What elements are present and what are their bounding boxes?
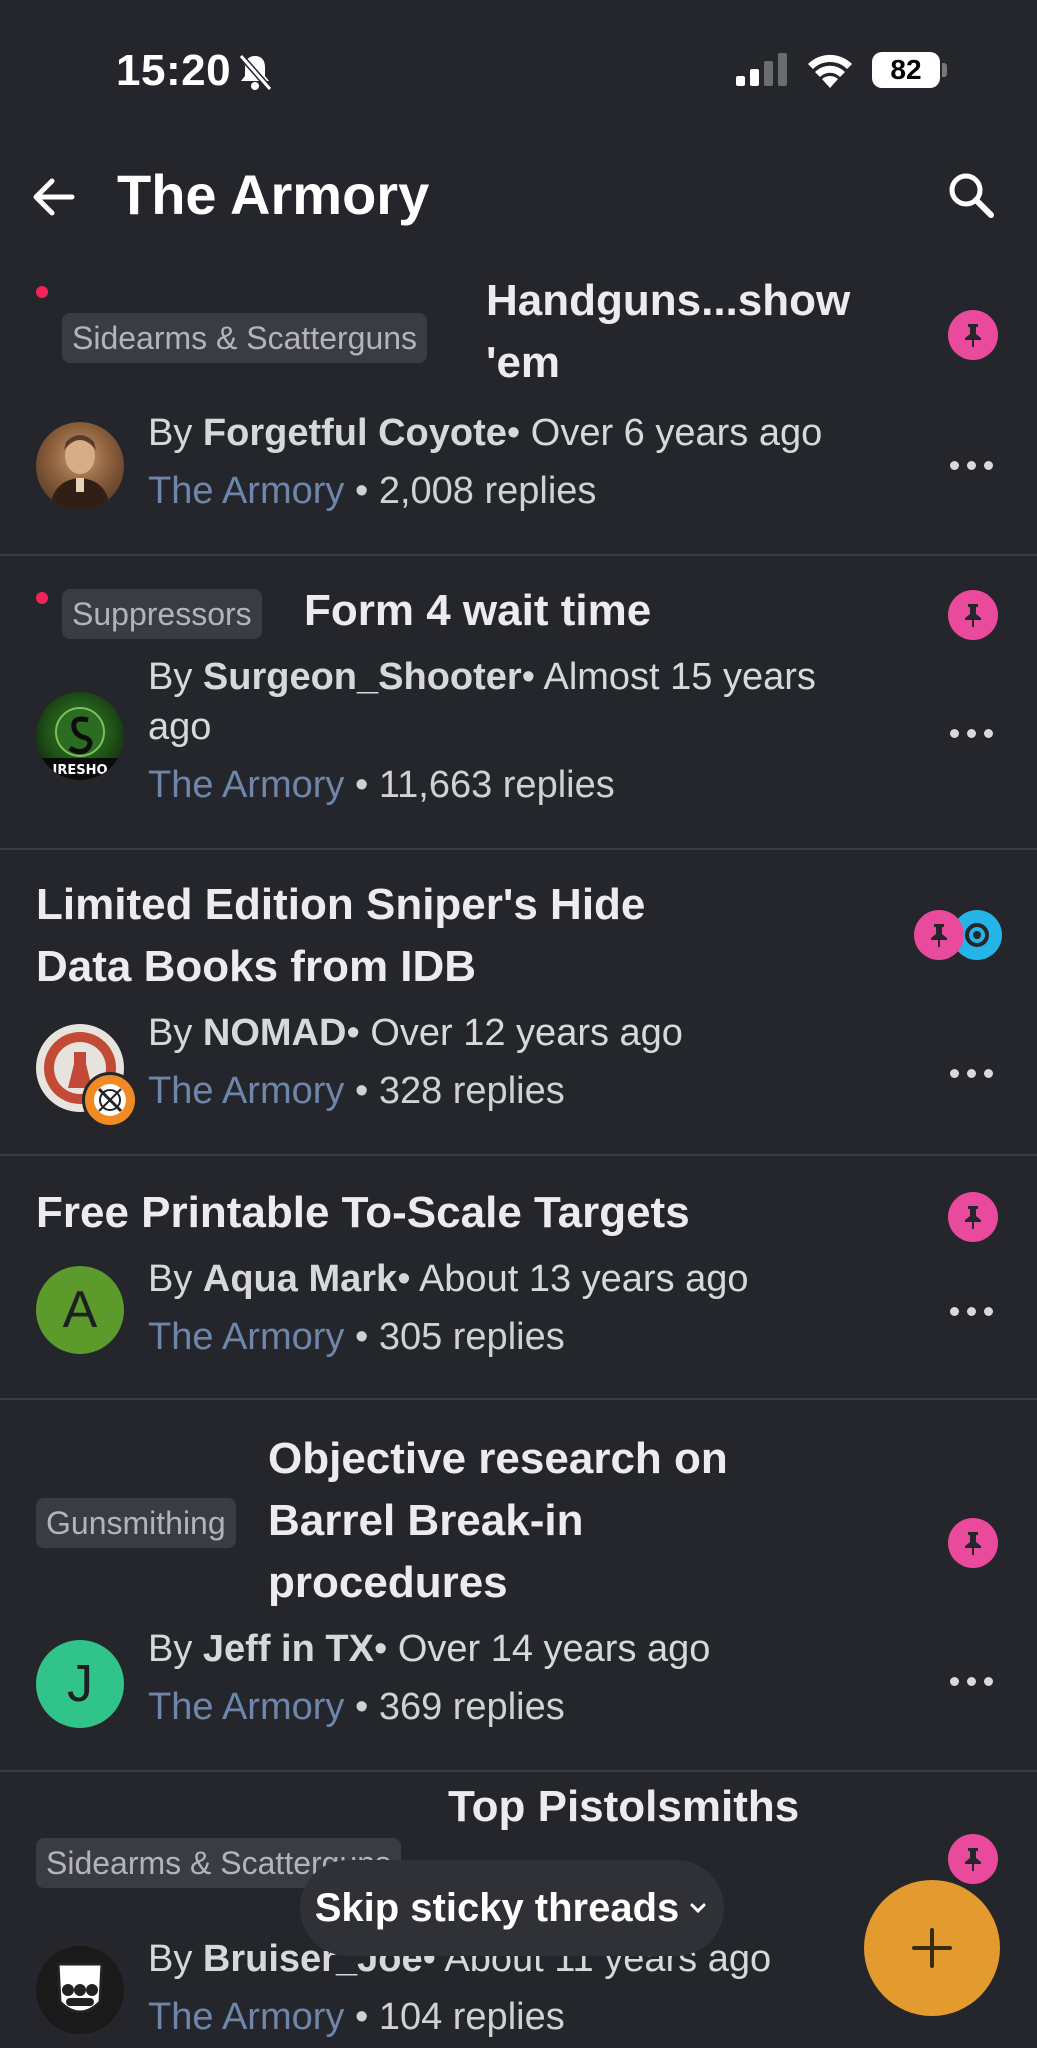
avatar[interactable] [36, 422, 124, 510]
pin-icon [948, 1834, 998, 1884]
plus-icon [912, 1928, 952, 1968]
battery-level: 82 [872, 52, 940, 88]
avatar[interactable] [36, 1946, 124, 2034]
avatar[interactable]: A [36, 1266, 124, 1354]
status-bar: 15:20 82 [0, 0, 1037, 140]
wifi-icon [808, 54, 852, 88]
pin-icon [914, 910, 964, 960]
more-options-icon[interactable] [950, 1674, 994, 1688]
author-name[interactable]: Surgeon_Shooter [203, 656, 522, 698]
thread-title[interactable]: Limited Edition Sniper's Hide Data Books… [36, 874, 856, 998]
thread-author-line: By Jeff in TX• Over 14 years ago [148, 1628, 711, 1670]
forum-link[interactable]: The Armory [148, 1996, 344, 2038]
thread-author-line: By Forgetful Coyote• Over 6 years ago [148, 412, 823, 454]
thread-author-line: By Surgeon_Shooter• Almost 15 years ago [148, 656, 816, 748]
skip-sticky-threads-button[interactable]: Skip sticky threads [300, 1860, 724, 1956]
thread-author-line: By NOMAD• Over 12 years ago [148, 1012, 683, 1054]
thread-meta: The Armory • 369 replies [148, 1686, 565, 1728]
thread-row[interactable]: Suppressors Form 4 wait time IRESHO By S… [0, 556, 1037, 850]
reply-count: 328 replies [378, 1070, 565, 1112]
skip-button-label: Skip sticky threads [314, 1885, 680, 1930]
svg-text:IRESHO: IRESHO [52, 763, 107, 778]
thread-author-line: By Aqua Mark• About 13 years ago [148, 1258, 749, 1300]
thread-row[interactable]: Gunsmithing Objective research on Barrel… [0, 1400, 1037, 1772]
thread-title[interactable]: Top Pistolsmiths [448, 1776, 799, 1838]
reply-count: 305 replies [378, 1316, 565, 1358]
author-name[interactable]: Jeff in TX [203, 1628, 374, 1670]
reply-count: 11,663 replies [378, 764, 615, 806]
forum-link[interactable]: The Armory [148, 764, 344, 806]
thread-meta: The Armory • 305 replies [148, 1316, 565, 1358]
thread-meta: The Armory • 328 replies [148, 1070, 565, 1112]
pin-icon [948, 310, 998, 360]
cellular-signal-icon [736, 53, 787, 86]
more-options-icon[interactable] [950, 1066, 994, 1080]
pin-icon [948, 1192, 998, 1242]
forum-link[interactable]: The Armory [148, 470, 344, 512]
thread-row[interactable]: Limited Edition Sniper's Hide Data Books… [0, 850, 1037, 1156]
bell-muted-icon [238, 54, 273, 91]
pin-icon [948, 1518, 998, 1568]
battery-icon: 82 [872, 50, 948, 90]
thread-title[interactable]: Objective research on Barrel Break-in pr… [268, 1428, 888, 1614]
forum-link[interactable]: The Armory [148, 1686, 344, 1728]
author-name[interactable]: NOMAD [203, 1012, 347, 1054]
author-name[interactable]: Forgetful Coyote [203, 412, 507, 454]
pin-icon [948, 590, 998, 640]
reply-count: 369 replies [378, 1686, 565, 1728]
avatar[interactable]: IRESHO [36, 692, 124, 780]
search-icon[interactable] [946, 170, 996, 220]
thread-tag[interactable]: Suppressors [62, 589, 262, 639]
page-title: The Armory [117, 163, 430, 226]
author-name[interactable]: Aqua Mark [203, 1258, 397, 1300]
avatar[interactable]: J [36, 1640, 124, 1728]
more-options-icon[interactable] [950, 1304, 994, 1318]
thread-tag[interactable]: Gunsmithing [36, 1498, 236, 1548]
thread-title[interactable]: Handguns...show 'em [486, 270, 926, 394]
unread-indicator [36, 592, 48, 604]
thread-tag[interactable]: Sidearms & Scatterguns [62, 313, 428, 363]
thread-row[interactable]: Free Printable To-Scale Targets A By Aqu… [0, 1156, 1037, 1400]
more-options-icon[interactable] [950, 458, 994, 472]
thread-meta: The Armory • 11,663 replies [148, 764, 615, 806]
reply-count: 104 replies [378, 1996, 565, 2038]
app-header: The Armory [0, 150, 1037, 240]
back-arrow-icon[interactable] [30, 174, 76, 220]
new-thread-button[interactable] [864, 1880, 1000, 2016]
thread-meta: The Armory • 2,008 replies [148, 470, 597, 512]
unread-indicator [36, 286, 48, 298]
chevron-down-icon [690, 1903, 706, 1914]
forum-link[interactable]: The Armory [148, 1070, 344, 1112]
thread-title[interactable]: Form 4 wait time [304, 580, 651, 642]
thread-title[interactable]: Free Printable To-Scale Targets [36, 1182, 690, 1244]
badge-icon [82, 1072, 138, 1128]
forum-link[interactable]: The Armory [148, 1316, 344, 1358]
thread-row[interactable]: Sidearms & Scatterguns Handguns...show '… [0, 270, 1037, 556]
status-time: 15:20 [116, 46, 232, 95]
reply-count: 2,008 replies [378, 470, 597, 512]
thread-meta: The Armory • 104 replies [148, 1996, 565, 2038]
more-options-icon[interactable] [950, 726, 994, 740]
